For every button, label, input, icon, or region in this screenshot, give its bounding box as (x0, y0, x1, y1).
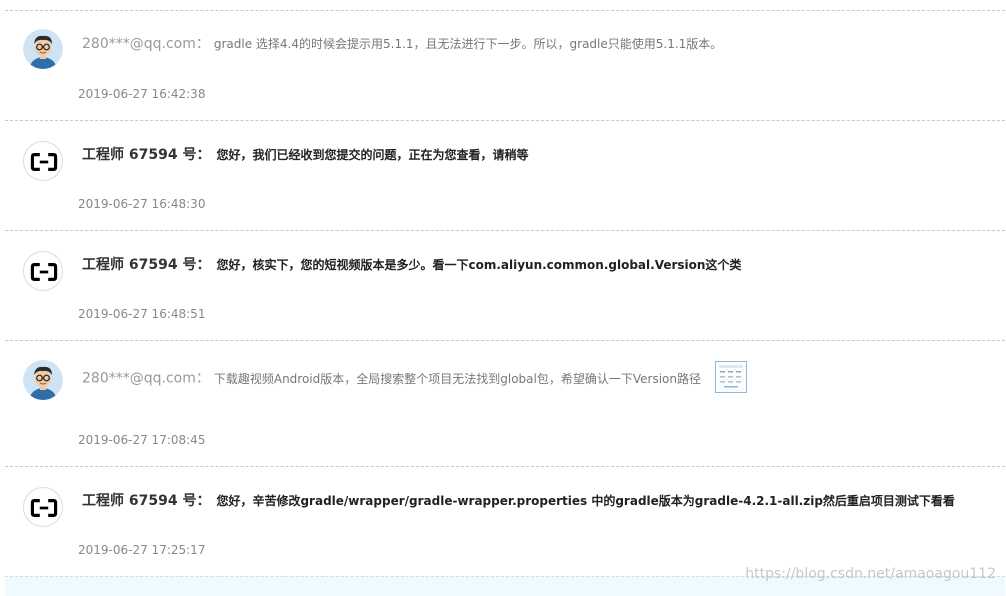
sender-name: 工程师 67594 号： (82, 257, 211, 273)
attachment-thumbnail-icon[interactable] (714, 361, 747, 393)
engineer-logo-icon (23, 487, 63, 527)
message-text: 您好，核实下，您的短视频版本是多少。看一下com.aliyun.common.g… (216, 258, 742, 272)
message-text: 您好，辛苦修改gradle/wrapper/gradle-wrapper.pro… (216, 494, 955, 508)
sender-name: 280***@qq.com： (82, 36, 210, 52)
user-avatar-icon (23, 29, 63, 69)
message-item: 工程师 67594 号： 您好，核实下，您的短视频版本是多少。看一下com.ali… (5, 230, 1005, 341)
message-time: 2019-06-27 16:48:51 (78, 307, 206, 321)
message-item: 工程师 67594 号： 您好，辛苦修改gradle/wrapper/gradle… (5, 466, 1005, 577)
ticket-thread: 280***@qq.com： gradle 选择4.4的时候会提示用5.1.1，且… (0, 0, 1006, 596)
message-line: 工程师 67594 号： 您好，核实下，您的短视频版本是多少。看一下com.ali… (82, 254, 741, 274)
message-text: 您好，我们已经收到您提交的问题，正在为您查看，请稍等 (216, 148, 529, 162)
sender-name: 工程师 67594 号： (82, 147, 211, 163)
message-line: 工程师 67594 号： 您好，我们已经收到您提交的问题，正在为您查看，请稍等 (82, 144, 528, 164)
message-text: gradle 选择4.4的时候会提示用5.1.1，且无法进行下一步。所以，gra… (213, 37, 723, 51)
message-item: 280***@qq.com： 下载趣视频Android版本，全局搜索整个项目无法找… (5, 340, 1005, 467)
message-item: 280***@qq.com： gradle 选择4.4的时候会提示用5.1.1，且… (5, 10, 1005, 121)
engineer-logo-icon (23, 251, 63, 291)
message-time: 2019-06-27 17:25:17 (78, 543, 206, 557)
engineer-logo-icon (23, 141, 63, 181)
message-time: 2019-06-27 16:42:38 (78, 87, 206, 101)
message-text: 下载趣视频Android版本，全局搜索整个项目无法找到global包，希望确认一… (213, 371, 701, 386)
message-time: 2019-06-27 16:48:30 (78, 197, 206, 211)
message-line: 工程师 67594 号： 您好，辛苦修改gradle/wrapper/gradle… (82, 490, 955, 510)
message-time: 2019-06-27 17:08:45 (78, 433, 206, 447)
sender-name: 280***@qq.com： (82, 370, 210, 387)
message-line: 280***@qq.com： 下载趣视频Android版本，全局搜索整个项目无法找… (82, 361, 747, 395)
user-avatar-icon (23, 360, 63, 400)
watermark: https://blog.csdn.net/amaoagou112 (745, 566, 996, 582)
message-line: 280***@qq.com： gradle 选择4.4的时候会提示用5.1.1，且… (82, 33, 722, 53)
message-item: 工程师 67594 号： 您好，我们已经收到您提交的问题，正在为您查看，请稍等 2… (5, 120, 1005, 231)
sender-name: 工程师 67594 号： (82, 493, 211, 509)
